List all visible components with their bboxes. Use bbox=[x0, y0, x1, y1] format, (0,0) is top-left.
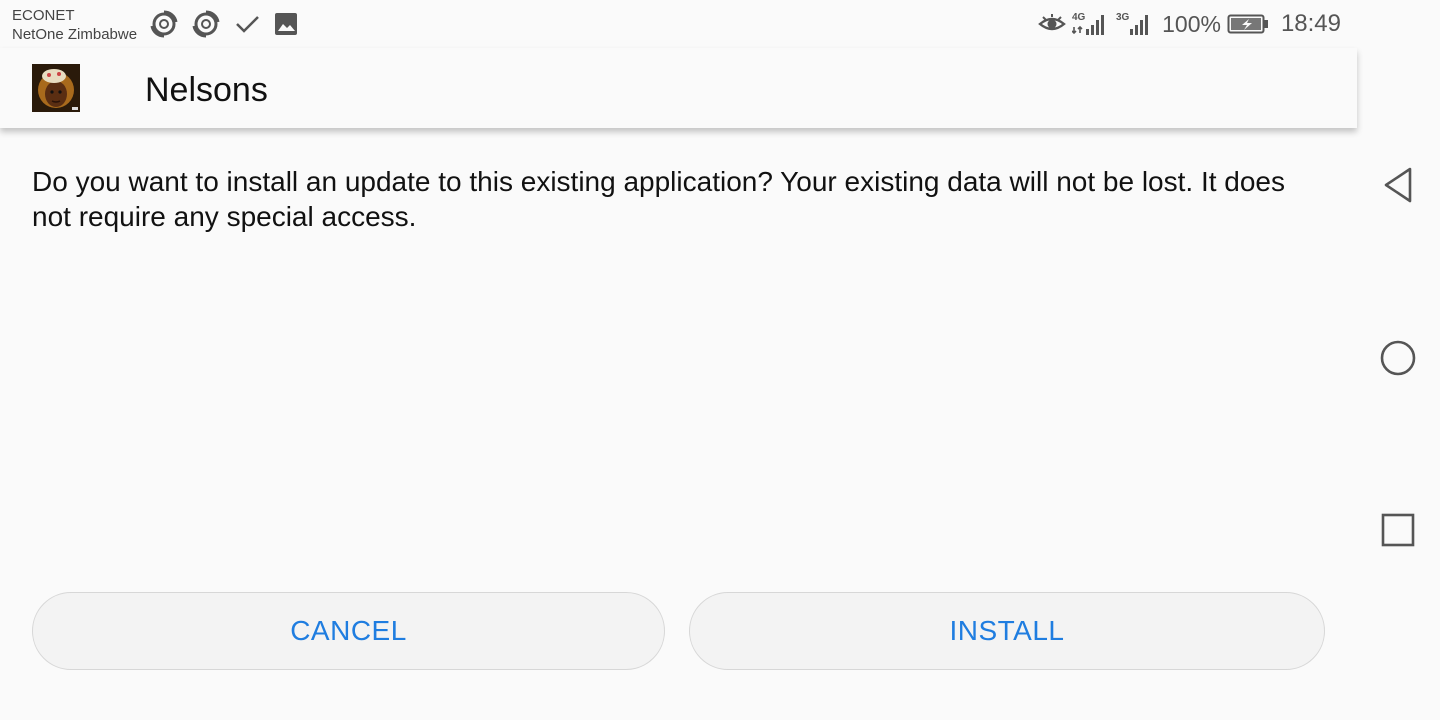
navigation-bar bbox=[1357, 0, 1440, 720]
sync-icon bbox=[190, 8, 222, 40]
eye-icon bbox=[1038, 13, 1066, 35]
recents-icon bbox=[1380, 512, 1416, 553]
clock: 18:49 bbox=[1280, 10, 1341, 37]
network-label-3g: 3G bbox=[1116, 12, 1130, 23]
carrier-1: ECONET bbox=[12, 7, 75, 24]
home-button[interactable] bbox=[1373, 335, 1423, 385]
carrier-2: NetOne Zimbabwe bbox=[12, 26, 138, 43]
signal-4g-icon: 4G bbox=[1072, 11, 1110, 37]
install-message: Do you want to install an update to this… bbox=[32, 166, 1285, 232]
back-button[interactable] bbox=[1373, 162, 1423, 212]
battery-charging-icon bbox=[1227, 13, 1269, 35]
install-button[interactable]: INSTALL bbox=[689, 592, 1325, 670]
check-icon bbox=[232, 9, 262, 39]
install-dialog: Do you want to install an update to this… bbox=[0, 128, 1357, 720]
app-icon bbox=[32, 64, 80, 112]
network-label-4g: 4G bbox=[1072, 12, 1086, 23]
carrier-names: ECONET NetOne Zimbabwe bbox=[12, 6, 137, 44]
status-bar: ECONET NetOne Zimbabwe 4G 3G 100% 18:49 bbox=[0, 0, 1357, 48]
back-icon bbox=[1380, 165, 1416, 210]
notification-icons bbox=[148, 8, 300, 40]
recents-button[interactable] bbox=[1373, 507, 1423, 557]
sync-icon bbox=[148, 8, 180, 40]
home-icon bbox=[1378, 338, 1418, 383]
image-icon bbox=[272, 10, 300, 38]
app-title: Nelsons bbox=[145, 71, 268, 109]
status-indicators: 4G 3G 100% 18:49 bbox=[1038, 8, 1341, 40]
signal-3g-icon: 3G bbox=[1116, 11, 1154, 37]
battery-percentage: 100% bbox=[1162, 10, 1221, 37]
cancel-button[interactable]: CANCEL bbox=[32, 592, 665, 670]
app-header: Nelsons bbox=[0, 48, 1357, 128]
